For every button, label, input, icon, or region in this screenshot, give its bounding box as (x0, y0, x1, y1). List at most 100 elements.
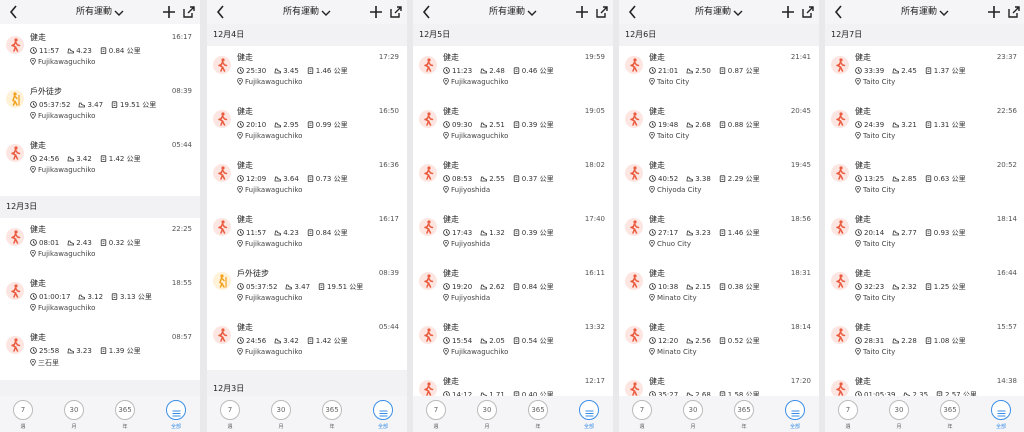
activity-item[interactable]: 健走 16:17 11:57 4.23 0.84 公里 Fujikawaguchiko (207, 208, 407, 262)
activity-item[interactable]: 戶外徒步 08:39 05:37:52 3.47 19.51 公里 Fujikawaguc… (207, 262, 407, 316)
activity-item[interactable]: 健走 16:44 32:23 2.32 1.25 公里 Taito City (825, 262, 1024, 316)
period-tab-value: 7 (639, 406, 645, 414)
activity-location: Taito City (855, 239, 895, 248)
location-pin-icon (443, 131, 449, 140)
activity-item[interactable]: 健走 19:45 40:52 3.38 2.29 公里 Chiyoda City (619, 154, 819, 208)
period-tab-30[interactable]: 30 月 (472, 400, 502, 430)
duration-stat: 09:30 (443, 121, 472, 129)
activity-item[interactable]: 健走 12:17 14:12 1.71 0.40 公里 (413, 370, 613, 396)
activity-item[interactable]: 健走 21:41 21:01 2.50 0.87 公里 Taito City (619, 46, 819, 100)
activity-stats: 19:48 2.68 0.88 公里 (649, 120, 768, 130)
export-button[interactable] (182, 4, 196, 18)
activity-item[interactable]: 健走 16:11 19:20 2.62 0.84 公里 Fujiyoshida (413, 262, 613, 316)
activity-item[interactable]: 健走 13:32 15:54 2.05 0.54 公里 Fujikawaguchiko (413, 316, 613, 370)
activity-item[interactable]: 健走 20:45 19:48 2.68 0.88 公里 Taito City (619, 100, 819, 154)
add-record-button[interactable] (369, 4, 383, 18)
activity-item[interactable]: 健走 17:40 17:43 1.32 0.39 公里 Fujiyoshida (413, 208, 613, 262)
period-tab-30[interactable]: 30 月 (678, 400, 708, 430)
activity-item[interactable]: 健走 19:59 11:23 2.48 0.46 公里 Fujikawaguchiko (413, 46, 613, 100)
activity-item[interactable]: 健走 16:50 20:10 2.95 0.99 公里 Fujikawaguchiko (207, 100, 407, 154)
distance-icon (513, 121, 519, 129)
distance-icon (111, 101, 118, 109)
activity-item[interactable]: 戶外徒步 08:39 05:37:52 3.47 19.51 公里 Fujikawaguc… (0, 80, 200, 134)
activity-item[interactable]: 健走 18:14 20:14 2.77 0.93 公里 Taito City (825, 208, 1024, 262)
distance-stat: 1.46 公里 (719, 228, 760, 238)
walking-icon (831, 56, 849, 76)
activity-item[interactable]: 健走 22:25 08:01 2.43 0.32 公里 Fujikawaguchiko (0, 218, 200, 272)
location-name: Fujiyoshida (451, 240, 491, 248)
period-tab-365[interactable]: 365 年 (110, 400, 140, 430)
period-tab-all[interactable]: 全部 (368, 400, 398, 430)
period-tab-label: 年 (535, 424, 541, 430)
activity-list[interactable]: 12月4日 健走 17:29 25:30 3.45 1.46 公里 Fujikawaguch… (207, 24, 407, 396)
period-tab-365[interactable]: 365 年 (729, 400, 759, 430)
period-tab-all[interactable]: 全部 (986, 400, 1016, 430)
export-button[interactable] (595, 4, 609, 18)
period-tab-30[interactable]: 30 月 (884, 400, 914, 430)
period-tab-7[interactable]: 7週 (421, 400, 451, 430)
pace-stat-value: 2.50 (695, 67, 711, 75)
distance-stat: 0.84 公里 (513, 282, 554, 292)
add-record-button[interactable] (987, 4, 1001, 18)
period-tab-7[interactable]: 7週 (8, 400, 38, 430)
activity-item[interactable]: 健走 18:55 01:00:17 3.12 3.13 公里 Fujikawaguchik… (0, 272, 200, 326)
activity-item[interactable]: 健走 08:57 25:58 3.23 1.39 公里 三石里 (0, 326, 200, 380)
period-tab-365[interactable]: 365 年 (935, 400, 965, 430)
clock-icon (237, 175, 244, 182)
period-tab-7[interactable]: 7週 (627, 400, 657, 430)
activity-item[interactable]: 健走 18:14 12:20 2.56 0.52 公里 Minato City (619, 316, 819, 370)
export-button[interactable] (389, 4, 403, 18)
activity-item[interactable]: 健走 14:38 01:05:39 2.35 2.57 公里 (825, 370, 1024, 396)
period-tab-30[interactable]: 30 月 (59, 400, 89, 430)
period-tab-all[interactable]: 全部 (161, 400, 191, 430)
activity-item[interactable]: 健走 05:44 24:56 3.42 1.42 公里 Fujikawaguchiko (0, 134, 200, 188)
activity-item[interactable]: 健走 18:02 08:53 2.55 0.37 公里 Fujiyoshida (413, 154, 613, 208)
activity-location: Fujikawaguchiko (30, 165, 95, 174)
add-record-button[interactable] (575, 4, 589, 18)
period-tab-all[interactable]: 全部 (780, 400, 810, 430)
activity-item[interactable]: 健走 17:29 25:30 3.45 1.46 公里 Fujikawaguchiko (207, 46, 407, 100)
distance-icon (307, 121, 313, 129)
activity-name: 健走 (30, 225, 46, 234)
distance-stat-value: 1.42 公里 (108, 155, 141, 163)
activity-name: 健走 (30, 33, 46, 42)
period-tab-circle: 30 (889, 400, 909, 420)
activity-time: 21:41 (790, 53, 811, 61)
activity-item[interactable]: 健走 05:44 24:56 3.42 1.42 公里 Fujikawaguchiko (207, 316, 407, 370)
period-tab-30[interactable]: 30 月 (266, 400, 296, 430)
activity-item[interactable]: 健走 17:20 35:27 2.68 1.58 公里 (619, 370, 819, 396)
period-tab-365[interactable]: 365 年 (523, 400, 553, 430)
activity-item[interactable]: 健走 22:56 24:39 3.21 1.31 公里 Taito City (825, 100, 1024, 154)
activity-item[interactable]: 健走 19:05 09:30 2.51 0.39 公里 Fujikawaguchiko (413, 100, 613, 154)
activity-location: Chiyoda City (649, 185, 701, 194)
period-tab-365[interactable]: 365 年 (317, 400, 347, 430)
walking-icon (831, 272, 849, 292)
activity-item[interactable]: 健走 15:57 28:31 2.28 1.08 公里 Taito City (825, 316, 1024, 370)
walking-icon (831, 380, 849, 396)
activity-item[interactable]: 健走 18:56 27:17 3.23 1.46 公里 Chuo City (619, 208, 819, 262)
add-record-button[interactable] (781, 4, 795, 18)
activity-list[interactable]: 12月5日 健走 19:59 11:23 2.48 0.46 公里 Fujikawaguch… (413, 24, 613, 396)
distance-icon (719, 337, 725, 345)
list-menu-icon (379, 410, 387, 417)
activity-list[interactable]: 12月6日 健走 21:41 21:01 2.50 0.87 公里 Taito City 健走… (619, 24, 819, 396)
activity-item[interactable]: 健走 16:36 12:09 3.64 0.73 公里 Fujikawaguchiko (207, 154, 407, 208)
clock-icon (649, 175, 656, 182)
location-pin-icon (443, 347, 449, 356)
activity-list[interactable]: 12月7日 健走 23:37 33:39 2.45 1.37 公里 Taito City 健走… (825, 24, 1024, 396)
add-record-button[interactable] (162, 4, 176, 18)
walker-figure-icon (11, 338, 21, 352)
period-tab-7[interactable]: 7週 (833, 400, 863, 430)
period-tab-all[interactable]: 全部 (574, 400, 604, 430)
distance-stat: 0.88 公里 (719, 120, 760, 130)
export-button[interactable] (1007, 4, 1021, 18)
activity-item[interactable]: 健走 20:52 13:25 2.85 0.63 公里 Taito City (825, 154, 1024, 208)
activity-item[interactable]: 健走 18:31 10:38 2.15 0.38 公里 Minato City (619, 262, 819, 316)
activity-item[interactable]: 健走 16:17 11:57 4.23 0.84 公里 Fujikawaguchiko (0, 26, 200, 80)
distance-stat-value: 0.54 公里 (521, 337, 554, 345)
activity-list[interactable]: 健走 Fujikawaguchiko 健走 16:17 11:57 4.23 0.84 公里… (0, 24, 200, 396)
period-tab-7[interactable]: 7週 (215, 400, 245, 430)
activity-item[interactable]: 健走 23:37 33:39 2.45 1.37 公里 Taito City (825, 46, 1024, 100)
export-button[interactable] (801, 4, 815, 18)
location-pin-icon (30, 303, 36, 312)
